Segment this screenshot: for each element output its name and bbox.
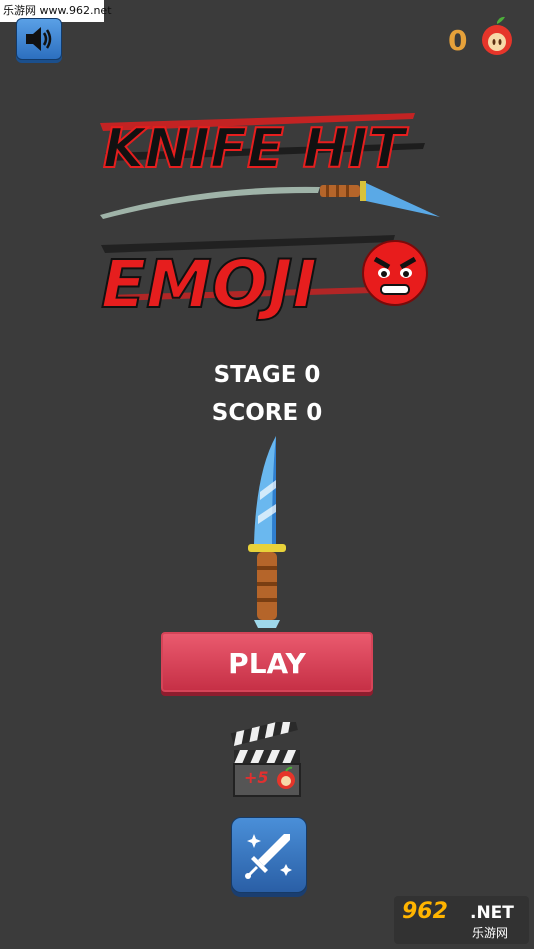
angry-emoji-icon [362,240,428,306]
sound-toggle-button[interactable] [16,18,62,60]
logo-line2: EMOJI [101,246,317,323]
knife-shop-button[interactable] [231,817,307,893]
watermark-sub: 乐游网 [472,926,509,940]
logo-line1: KNIFE HIT [103,117,409,180]
stage-label: STAGE 0 [213,362,321,388]
sword-sparkle-icon [245,834,292,879]
apple-icon [482,16,512,55]
apple-count: 0 [448,24,468,57]
play-button[interactable]: PLAY [161,632,373,692]
watermark-net: .NET [470,903,514,923]
logo-knife [320,181,440,217]
watermark-logo: 962 [402,899,448,924]
score-label: SCORE 0 [211,400,323,426]
knife-icon [248,436,286,628]
speaker-icon [26,27,52,51]
reward-bonus-text: +5 [244,768,269,787]
game-logo: KNIFE HIT EMOJI [100,113,440,324]
